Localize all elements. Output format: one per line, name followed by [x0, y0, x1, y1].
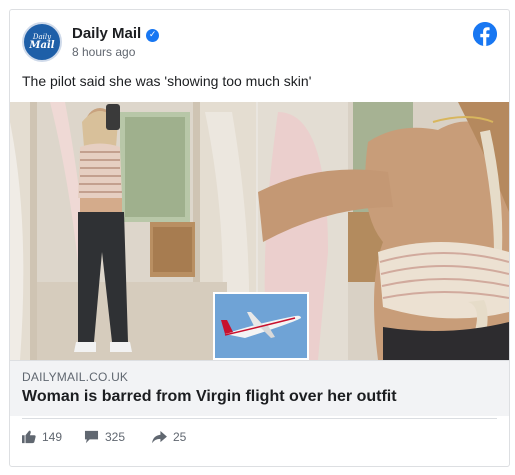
- link-headline[interactable]: Woman is barred from Virgin flight over …: [22, 388, 397, 406]
- facebook-logo-icon[interactable]: [473, 22, 497, 46]
- share-action[interactable]: 25: [152, 428, 186, 446]
- share-count: 25: [173, 430, 187, 444]
- plane-inset-photo: [213, 292, 309, 360]
- like-action[interactable]: 149: [22, 428, 62, 446]
- post-timestamp[interactable]: 8 hours ago: [72, 45, 135, 59]
- avatar-text-line2: Mail: [29, 39, 55, 51]
- link-preview-image[interactable]: [10, 102, 509, 360]
- thumbs-up-icon: [22, 430, 36, 444]
- facebook-post-card: Daily Mail Daily Mail ✓ 8 hours ago The p…: [9, 9, 510, 467]
- link-domain: DAILYMAIL.CO.UK: [22, 370, 129, 384]
- verified-badge-icon: ✓: [146, 29, 160, 42]
- actions-divider: [22, 418, 497, 419]
- comment-count: 325: [105, 430, 126, 444]
- comment-bubble-icon: [84, 430, 99, 444]
- comment-action[interactable]: 325: [84, 428, 125, 446]
- share-arrow-icon: [152, 430, 167, 444]
- link-preview-box[interactable]: DAILYMAIL.CO.UK Woman is barred from Vir…: [10, 360, 509, 416]
- post-caption: The pilot said she was 'showing too much…: [22, 73, 312, 89]
- like-count: 149: [42, 430, 63, 444]
- post-header: Daily Mail Daily Mail ✓ 8 hours ago: [22, 22, 497, 62]
- page-name-link[interactable]: Daily Mail ✓: [72, 25, 160, 42]
- page-name-text: Daily Mail: [72, 25, 142, 42]
- page-avatar[interactable]: Daily Mail: [22, 22, 62, 62]
